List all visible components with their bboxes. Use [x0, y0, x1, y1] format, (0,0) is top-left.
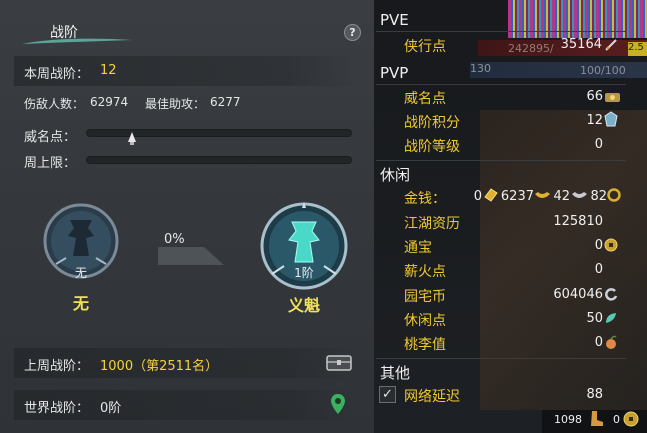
game-scene-background [480, 110, 647, 410]
gold-ingot-icon [535, 192, 550, 198]
damage-value: 62974 [90, 95, 129, 109]
money-gold-value: 6237 [500, 189, 534, 204]
network-latency-label: 网络延迟 [404, 389, 460, 405]
pvp-item-label: 威名点 [404, 91, 446, 107]
gold-brick-icon [484, 188, 498, 202]
leisure-item-label: 休闲点 [404, 313, 446, 329]
network-latency-checkbox[interactable]: ✓ [379, 386, 396, 403]
hud-badge: 2.5 [628, 42, 647, 56]
pvp-header: PVP [380, 64, 409, 82]
money-copper-value: 82 [590, 189, 607, 204]
rank-points-icon [604, 111, 618, 127]
leisure-item-value: 0 [594, 262, 603, 277]
leisure-item-label: 江湖资历 [404, 216, 460, 232]
panel-title-bar: 战阶 ? [0, 14, 374, 50]
leisure-item-label: 薪火点 [404, 264, 446, 280]
pvp-item-label: 战阶等级 [404, 139, 460, 155]
assist-value: 6277 [210, 95, 241, 109]
section-divider [376, 160, 626, 161]
money-silver-value: 42 [553, 189, 570, 204]
location-pin-icon[interactable] [330, 393, 346, 415]
silver-ingot-icon [572, 192, 587, 198]
battle-rank-panel: 战阶 ? 本周战阶： 12 伤敌人数： 62974 最佳助攻： 6277 威名点… [0, 0, 374, 433]
prestige-label: 威名点： [24, 130, 77, 145]
current-medal-level: 无 [74, 266, 87, 280]
leisure-item-label: 通宝 [404, 240, 432, 256]
world-rank-value: 0阶 [100, 401, 122, 416]
help-icon[interactable]: ? [344, 24, 361, 41]
weekly-cap-label: 周上限： [24, 156, 77, 171]
bottom-left-value: 1098 [554, 413, 582, 426]
leisure-item-value: 604046 [553, 287, 603, 302]
leaf-icon [606, 313, 616, 323]
pvp-item-label: 战阶积分 [404, 115, 460, 131]
leisure-item-value: 50 [586, 311, 603, 326]
section-divider [376, 84, 626, 85]
hud-level-text: 130 [470, 62, 491, 75]
peach-icon [606, 335, 617, 349]
leisure-header: 休闲 [380, 166, 411, 184]
leisure-item-value: 125810 [553, 214, 603, 229]
game-hud-strip [508, 0, 647, 38]
damage-label: 伤敌人数： [24, 97, 85, 111]
pve-header: PVE [380, 11, 409, 29]
network-latency-value: 88 [586, 387, 603, 402]
world-rank-label: 世界战阶： [24, 401, 90, 416]
section-divider [376, 358, 626, 359]
pvp-item-value: 12 [586, 113, 603, 128]
hud-energy-text: 100/100 [580, 64, 626, 77]
panel-title: 战阶 [50, 25, 78, 41]
week-rank-value: 12 [100, 63, 117, 78]
tongbao-coin-icon [604, 238, 618, 252]
sword-icon [605, 39, 617, 51]
house-coin-icon [605, 288, 618, 301]
pvp-item-value: 66 [586, 89, 603, 104]
week-rank-label: 本周战阶： [24, 67, 90, 82]
last-week-label: 上周战阶： [24, 359, 90, 374]
money-label: 金钱： [404, 191, 446, 207]
coin-icon [623, 411, 639, 427]
progress-arrow-icon [158, 247, 224, 265]
last-week-value: 1000（第2511名） [100, 359, 219, 374]
section-divider [376, 31, 626, 32]
prestige-marker-icon [128, 132, 136, 145]
leisure-item-value: 0 [594, 238, 603, 253]
other-header: 其他 [380, 364, 411, 382]
money-brick-value: 0 [473, 189, 482, 204]
chest-icon[interactable] [326, 354, 352, 372]
next-medal-name: 义魁 [287, 296, 320, 315]
current-medal-name: 无 [72, 294, 89, 313]
leisure-item-value: 0 [594, 335, 603, 350]
pve-item-label: 侠行点 [404, 39, 446, 55]
copper-coin-icon [607, 188, 621, 202]
boot-icon [591, 411, 603, 426]
pvp-item-value: 0 [594, 137, 603, 152]
bottom-right-value: 0 [613, 413, 620, 426]
weekly-cap-bar [86, 156, 352, 164]
next-medal-level: 1阶 [294, 266, 314, 280]
leisure-item-label: 桃李值 [404, 337, 446, 353]
pve-item-value: 35164 [560, 37, 602, 52]
assist-label: 最佳助攻： [145, 97, 206, 111]
prestige-progress-bar [86, 129, 352, 137]
prestige-icon [605, 93, 620, 102]
leisure-item-label: 园宅币 [404, 289, 446, 305]
